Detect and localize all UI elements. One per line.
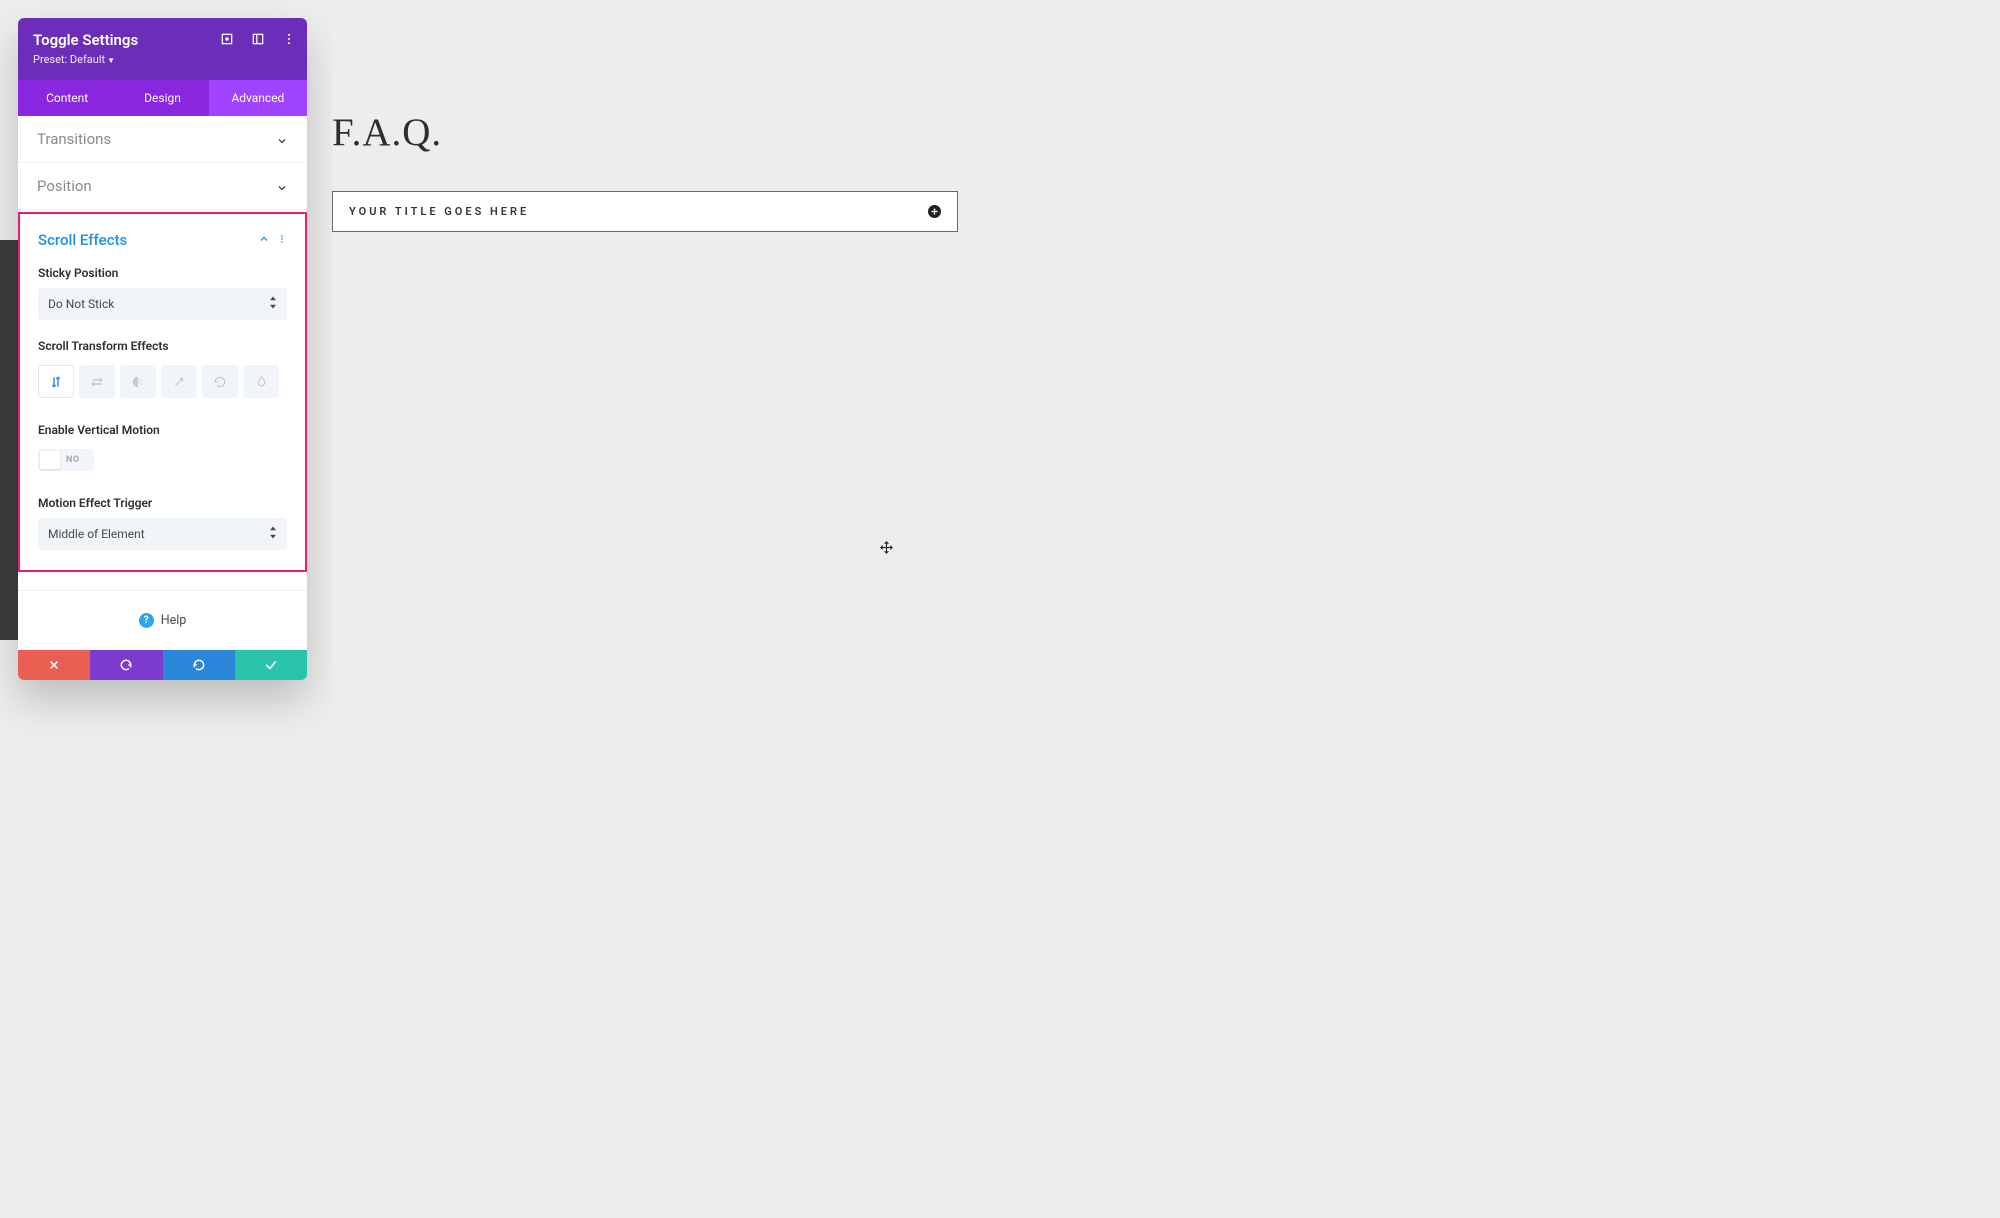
page-heading: F.A.Q.	[332, 110, 1370, 155]
toggle-label: NO	[66, 455, 80, 465]
chevron-down-icon	[276, 133, 288, 145]
section-transitions[interactable]: Transitions	[18, 116, 307, 163]
tab-advanced[interactable]: Advanced	[209, 80, 307, 116]
field-label: Enable Vertical Motion	[38, 423, 287, 437]
enable-vertical-field: Enable Vertical Motion	[20, 416, 305, 447]
footer-buttons	[18, 650, 307, 680]
plus-icon[interactable]	[928, 205, 941, 218]
effect-horizontal-icon[interactable]	[79, 365, 115, 398]
effect-rotate-icon[interactable]	[202, 365, 238, 398]
section-label: Position	[37, 177, 92, 195]
preset-label: Preset: Default	[33, 53, 105, 66]
redo-button[interactable]	[163, 650, 235, 680]
header-icons	[218, 30, 298, 48]
select-value: Middle of Element	[48, 527, 145, 541]
effect-buttons	[20, 365, 305, 398]
select-caret-icon	[269, 527, 277, 542]
scroll-transform-field: Scroll Transform Effects	[20, 332, 305, 363]
undo-button[interactable]	[90, 650, 162, 680]
select-caret-icon	[269, 297, 277, 312]
preset-dropdown[interactable]: Preset: Default▼	[33, 53, 292, 66]
tabs: Content Design Advanced	[18, 80, 307, 116]
effect-vertical-icon[interactable]	[38, 365, 74, 398]
snap-icon[interactable]	[249, 30, 267, 48]
preview-canvas: F.A.Q. YOUR TITLE GOES HERE	[332, 0, 1400, 854]
field-label: Scroll Transform Effects	[38, 339, 287, 353]
expand-icon[interactable]	[218, 30, 236, 48]
tab-design[interactable]: Design	[116, 80, 208, 116]
toggle-knob	[40, 451, 60, 469]
effect-blur-icon[interactable]	[243, 365, 279, 398]
select-value: Do Not Stick	[48, 297, 114, 311]
chevron-up-icon[interactable]	[258, 230, 270, 249]
motion-trigger-field: Motion Effect Trigger Middle of Element	[20, 489, 305, 552]
effect-fade-icon[interactable]	[120, 365, 156, 398]
toggle-module-title: YOUR TITLE GOES HERE	[349, 205, 529, 218]
caret-down-icon: ▼	[107, 56, 115, 65]
motion-trigger-select[interactable]: Middle of Element	[38, 518, 287, 550]
help-link[interactable]: ? Help	[18, 590, 307, 650]
sections: Transitions Position Scroll Effects	[18, 116, 307, 650]
sticky-position-select[interactable]: Do Not Stick	[38, 288, 287, 320]
move-cursor-icon	[879, 540, 894, 559]
chevron-down-icon	[276, 180, 288, 192]
help-icon: ?	[139, 613, 154, 628]
more-vert-icon[interactable]	[280, 30, 298, 48]
more-vert-icon[interactable]	[277, 230, 287, 249]
enable-vertical-toggle[interactable]: NO	[38, 449, 94, 471]
tab-content[interactable]: Content	[18, 80, 116, 116]
toggle-module[interactable]: YOUR TITLE GOES HERE	[332, 191, 958, 232]
section-label: Scroll Effects	[38, 231, 127, 249]
section-position[interactable]: Position	[18, 163, 307, 210]
field-label: Motion Effect Trigger	[38, 496, 287, 510]
cancel-button[interactable]	[18, 650, 90, 680]
section-scroll-effects[interactable]: Scroll Effects	[20, 214, 305, 259]
scroll-effects-highlight: Scroll Effects Sticky Position Do Not St…	[18, 212, 307, 572]
effect-scale-icon[interactable]	[161, 365, 197, 398]
panel-header: Toggle Settings Preset: Default▼	[18, 18, 307, 80]
section-label: Transitions	[37, 130, 111, 148]
settings-panel: Toggle Settings Preset: Default▼ Content…	[18, 18, 307, 680]
sticky-position-field: Sticky Position Do Not Stick	[20, 259, 305, 322]
field-label: Sticky Position	[38, 266, 287, 280]
help-text: Help	[161, 613, 187, 628]
save-button[interactable]	[235, 650, 307, 680]
